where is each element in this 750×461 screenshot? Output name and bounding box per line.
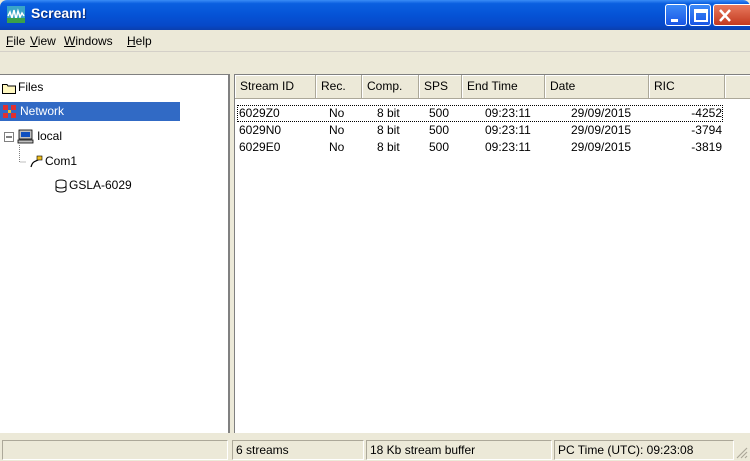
cell-sps: 500 bbox=[429, 140, 450, 154]
status-bar: 6 streams 18 Kb stream buffer PC Time (U… bbox=[0, 437, 750, 461]
serial-port-icon bbox=[30, 155, 43, 167]
col-header-date[interactable]: Date bbox=[545, 75, 649, 99]
cell-rec: No bbox=[329, 140, 345, 154]
status-streams: 6 streams bbox=[232, 440, 364, 460]
menu-file[interactable]: File bbox=[6, 34, 25, 48]
col-header-comp[interactable]: Comp. bbox=[362, 75, 419, 99]
cell-end-time: 09:23:11 bbox=[485, 106, 531, 120]
cell-ric: -4252 bbox=[691, 106, 722, 120]
cell-end-time: 09:23:11 bbox=[485, 123, 531, 137]
cell-ric: -3794 bbox=[691, 123, 722, 137]
resize-grip-icon[interactable] bbox=[734, 445, 748, 459]
cell-end-time: 09:23:11 bbox=[485, 140, 531, 154]
col-header-rec[interactable]: Rec. bbox=[316, 75, 362, 99]
close-icon bbox=[719, 9, 731, 22]
title-bar[interactable]: Scream! bbox=[0, 0, 750, 30]
stream-table: Stream ID Rec. Comp. SPS End Time Date R… bbox=[234, 74, 750, 433]
menu-view[interactable]: View bbox=[30, 34, 56, 48]
status-pc-time: PC Time (UTC): 09:23:08 bbox=[554, 440, 734, 460]
maximize-button[interactable] bbox=[689, 4, 711, 26]
col-header-filler bbox=[725, 75, 750, 99]
tree-pane[interactable]: Files Network local Com1 GSLA-6029 bbox=[0, 74, 230, 433]
tree-item-gsla[interactable]: GSLA-6029 bbox=[55, 176, 134, 195]
window-title: Scream! bbox=[31, 5, 87, 21]
tree-item-network[interactable]: Network bbox=[0, 102, 180, 121]
minimize-button[interactable] bbox=[665, 4, 687, 26]
menu-help[interactable]: Help bbox=[127, 34, 152, 48]
cell-sps: 500 bbox=[429, 106, 450, 120]
cell-date: 29/09/2015 bbox=[571, 140, 632, 154]
folder-icon bbox=[2, 83, 16, 94]
cell-stream-id: 6029E0 bbox=[239, 140, 281, 154]
tree-item-files[interactable]: Files bbox=[2, 78, 45, 97]
cell-comp: 8 bit bbox=[377, 123, 400, 137]
cell-stream-id: 6029Z0 bbox=[239, 106, 280, 120]
col-header-end-time[interactable]: End Time bbox=[462, 75, 545, 99]
menu-bar: File View Windows Help bbox=[0, 30, 750, 52]
toolbar-strip bbox=[0, 53, 750, 74]
tree-connector-lines bbox=[19, 145, 26, 163]
maximize-icon bbox=[694, 9, 708, 22]
status-buffer: 18 Kb stream buffer bbox=[366, 440, 552, 460]
cell-date: 29/09/2015 bbox=[571, 106, 632, 120]
close-button[interactable] bbox=[713, 4, 750, 26]
scream-app-icon[interactable] bbox=[7, 6, 25, 23]
tree-item-com1[interactable]: Com1 bbox=[29, 152, 79, 171]
cell-date: 29/09/2015 bbox=[571, 123, 632, 137]
row-focus-rect bbox=[237, 105, 723, 122]
col-header-stream-id[interactable]: Stream ID bbox=[235, 75, 316, 99]
cell-rec: No bbox=[329, 106, 345, 120]
col-header-sps[interactable]: SPS bbox=[419, 75, 462, 99]
cell-rec: No bbox=[329, 123, 345, 137]
cell-sps: 500 bbox=[429, 123, 450, 137]
cell-ric: -3819 bbox=[691, 140, 722, 154]
digitizer-icon bbox=[55, 179, 67, 193]
col-header-ric[interactable]: RIC bbox=[649, 75, 725, 99]
cell-stream-id: 6029N0 bbox=[239, 123, 282, 137]
cell-comp: 8 bit bbox=[377, 106, 400, 120]
menu-windows[interactable]: Windows bbox=[64, 34, 113, 48]
minimize-icon bbox=[671, 19, 678, 22]
network-icon bbox=[3, 105, 16, 119]
status-panel-empty bbox=[2, 440, 228, 460]
cell-comp: 8 bit bbox=[377, 140, 400, 154]
